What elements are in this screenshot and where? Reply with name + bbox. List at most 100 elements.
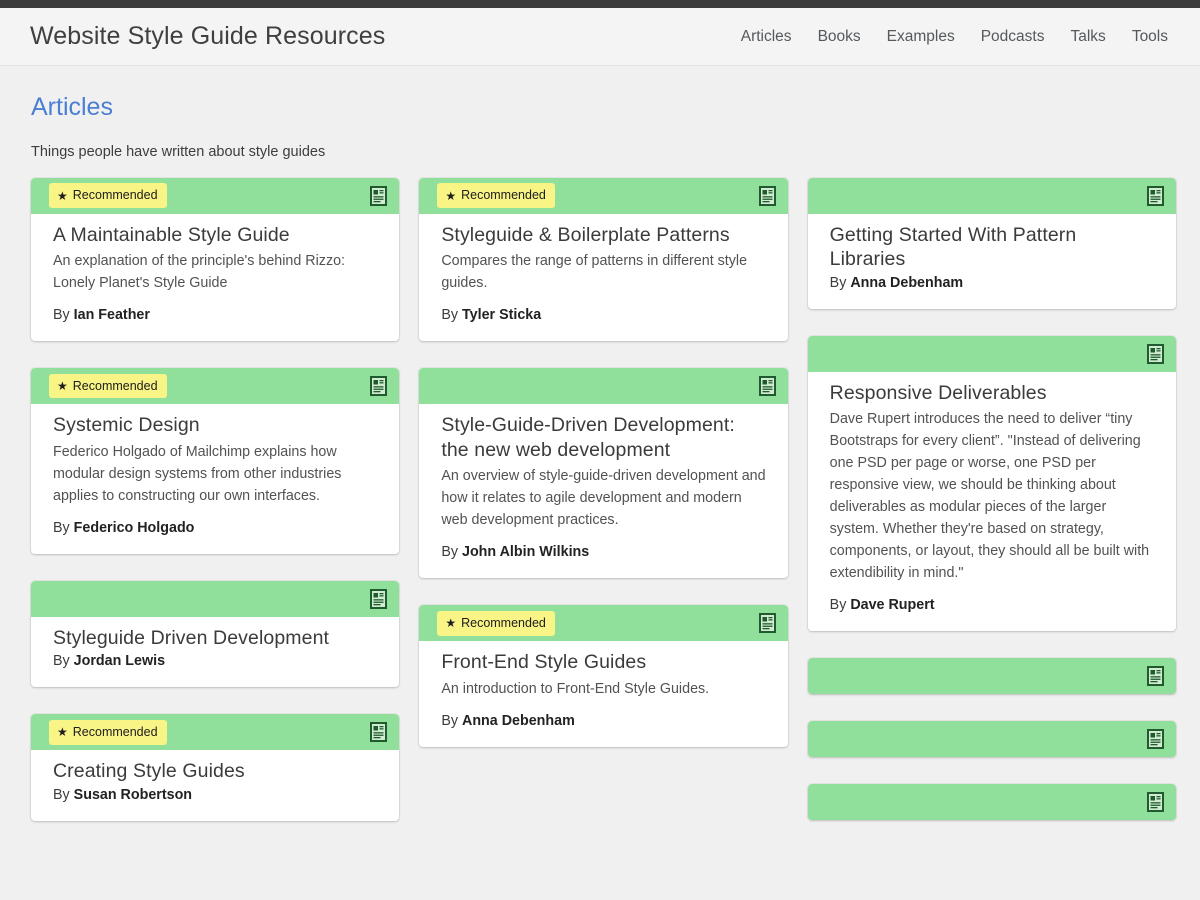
card-header: ★ Recommended bbox=[31, 177, 400, 214]
page-subtitle: Things people have written about style g… bbox=[31, 143, 326, 160]
article-card[interactable]: Getting Started With Pattern Libraries By… bbox=[807, 177, 1176, 309]
card-description: Compares the range of patterns in differ… bbox=[441, 253, 748, 292]
article-card[interactable] bbox=[807, 784, 1176, 821]
article-document-icon bbox=[758, 613, 776, 634]
card-author-name: Anna Debenham bbox=[462, 712, 575, 729]
card-author-prefix: By bbox=[53, 653, 74, 670]
recommended-badge-label: Recommended bbox=[461, 188, 546, 203]
article-card[interactable] bbox=[807, 721, 1176, 758]
article-document-icon bbox=[1146, 729, 1164, 750]
card-author: By Tyler Sticka bbox=[441, 307, 767, 323]
card-author: By Jordan Lewis bbox=[53, 653, 379, 669]
card-author-prefix: By bbox=[441, 544, 462, 561]
article-card[interactable]: Style-Guide-Driven Development: the new … bbox=[419, 368, 788, 579]
card-body: Styleguide & Boilerplate Patterns Compare… bbox=[419, 214, 787, 342]
nav-link-articles[interactable]: Articles bbox=[741, 28, 792, 46]
card-header bbox=[807, 784, 1176, 821]
card-description: Federico Holgado of Mailchimp explains h… bbox=[53, 443, 342, 504]
window-chrome-bar bbox=[0, 0, 1200, 8]
star-icon: ★ bbox=[445, 616, 457, 631]
article-card[interactable] bbox=[807, 658, 1176, 695]
article-document-icon bbox=[758, 376, 776, 397]
nav-link-podcasts[interactable]: Podcasts bbox=[981, 28, 1045, 46]
card-body: Style-Guide-Driven Development: the new … bbox=[419, 404, 787, 578]
recommended-badge[interactable]: ★ Recommended bbox=[49, 183, 167, 208]
card-title: Systemic Design bbox=[53, 414, 200, 437]
card-title: Styleguide Driven Development bbox=[53, 626, 330, 649]
card-author: By Susan Robertson bbox=[53, 787, 379, 803]
card-header bbox=[419, 368, 788, 405]
article-document-icon bbox=[370, 588, 388, 609]
article-card[interactable]: ★ Recommended Styleguide & Boilerplate Pat… bbox=[419, 177, 788, 342]
card-author-name: John Albin Wilkins bbox=[462, 544, 590, 561]
card-title: Styleguide & Boilerplate Patterns bbox=[441, 223, 730, 246]
card-header bbox=[807, 335, 1176, 372]
nav-link-examples[interactable]: Examples bbox=[887, 28, 955, 46]
article-document-icon bbox=[370, 376, 388, 397]
card-author-prefix: By bbox=[829, 597, 851, 614]
card-author-name: Federico Holgado bbox=[73, 519, 195, 536]
card-title: Front-End Style Guides bbox=[441, 651, 647, 674]
card-title: Style-Guide-Driven Development: the new … bbox=[441, 414, 735, 461]
card-header bbox=[31, 580, 400, 617]
article-document-icon bbox=[1146, 185, 1164, 206]
card-author: By Dave Rupert bbox=[830, 597, 1156, 613]
nav-link-books[interactable]: Books bbox=[818, 28, 861, 46]
card-title: Creating Style Guides bbox=[53, 760, 245, 783]
article-document-icon bbox=[1146, 792, 1164, 813]
card-header bbox=[807, 721, 1176, 758]
article-document-icon bbox=[758, 185, 776, 206]
star-icon: ★ bbox=[445, 188, 457, 203]
recommended-badge-label: Recommended bbox=[461, 616, 546, 631]
card-header: ★ Recommended bbox=[419, 177, 788, 214]
card-header: ★ Recommended bbox=[31, 368, 400, 405]
article-document-icon bbox=[1146, 343, 1164, 364]
article-card[interactable]: Styleguide Driven Development By Jordan L… bbox=[31, 580, 400, 688]
recommended-badge[interactable]: ★ Recommended bbox=[437, 183, 555, 208]
card-author-prefix: By bbox=[829, 274, 851, 291]
card-description: Dave Rupert introduces the need to deliv… bbox=[829, 411, 1150, 582]
article-card[interactable]: ★ Recommended Systemic Design Federico Holg… bbox=[31, 368, 400, 554]
card-body: Responsive Deliverables Dave Rupert intro… bbox=[808, 372, 1176, 632]
card-body: A Maintainable Style Guide An explanation… bbox=[31, 214, 399, 342]
article-document-icon bbox=[370, 722, 388, 743]
card-header: ★ Recommended bbox=[419, 605, 788, 642]
card-title: Responsive Deliverables bbox=[829, 381, 1047, 404]
card-author: By John Albin Wilkins bbox=[441, 544, 767, 560]
recommended-badge[interactable]: ★ Recommended bbox=[437, 611, 555, 636]
card-title: Getting Started With Pattern Libraries bbox=[829, 223, 1077, 271]
card-author-name: Tyler Sticka bbox=[462, 307, 542, 324]
recommended-badge[interactable]: ★ Recommended bbox=[49, 373, 167, 399]
site-header: Website Style Guide Resources Articles Bo… bbox=[0, 8, 1200, 66]
card-body: Getting Started With Pattern Libraries By… bbox=[808, 214, 1176, 309]
card-description: An explanation of the principle's behind… bbox=[53, 253, 346, 292]
article-document-icon bbox=[1146, 666, 1164, 687]
card-header bbox=[807, 658, 1176, 695]
card-title: A Maintainable Style Guide bbox=[53, 223, 290, 246]
recommended-badge-label: Recommended bbox=[72, 188, 158, 203]
card-author: By Federico Holgado bbox=[53, 520, 379, 536]
card-body: Styleguide Driven Development By Jordan L… bbox=[31, 617, 399, 688]
article-card[interactable]: ★ Recommended Creating Style Guides By Susa… bbox=[31, 714, 400, 821]
card-author-prefix: By bbox=[53, 786, 74, 803]
card-author: By Anna Debenham bbox=[441, 713, 767, 729]
card-author-prefix: By bbox=[441, 712, 462, 729]
article-card[interactable]: ★ Recommended Front-End Style Guides An int… bbox=[419, 605, 788, 747]
card-author-prefix: By bbox=[53, 519, 74, 536]
recommended-badge-label: Recommended bbox=[72, 378, 158, 393]
article-card[interactable]: ★ Recommended A Maintainable Style Guide An… bbox=[31, 177, 400, 342]
card-author-name: Dave Rupert bbox=[850, 597, 935, 614]
star-icon: ★ bbox=[57, 379, 68, 394]
card-body: Front-End Style Guides An introduction to… bbox=[419, 641, 787, 747]
card-author-name: Ian Feather bbox=[73, 307, 150, 324]
card-header bbox=[807, 177, 1176, 214]
card-description: An introduction to Front-End Style Guide… bbox=[441, 680, 710, 697]
nav-link-tools[interactable]: Tools bbox=[1132, 28, 1168, 46]
nav-link-talks[interactable]: Talks bbox=[1070, 28, 1105, 46]
article-document-icon bbox=[370, 185, 388, 206]
card-body: Creating Style Guides By Susan Robertson bbox=[31, 750, 399, 821]
article-card[interactable]: Responsive Deliverables Dave Rupert intro… bbox=[807, 335, 1176, 632]
card-body: Systemic Design Federico Holgado of Mailc… bbox=[31, 404, 399, 554]
recommended-badge[interactable]: ★ Recommended bbox=[49, 720, 167, 745]
card-author-name: Jordan Lewis bbox=[73, 653, 166, 670]
